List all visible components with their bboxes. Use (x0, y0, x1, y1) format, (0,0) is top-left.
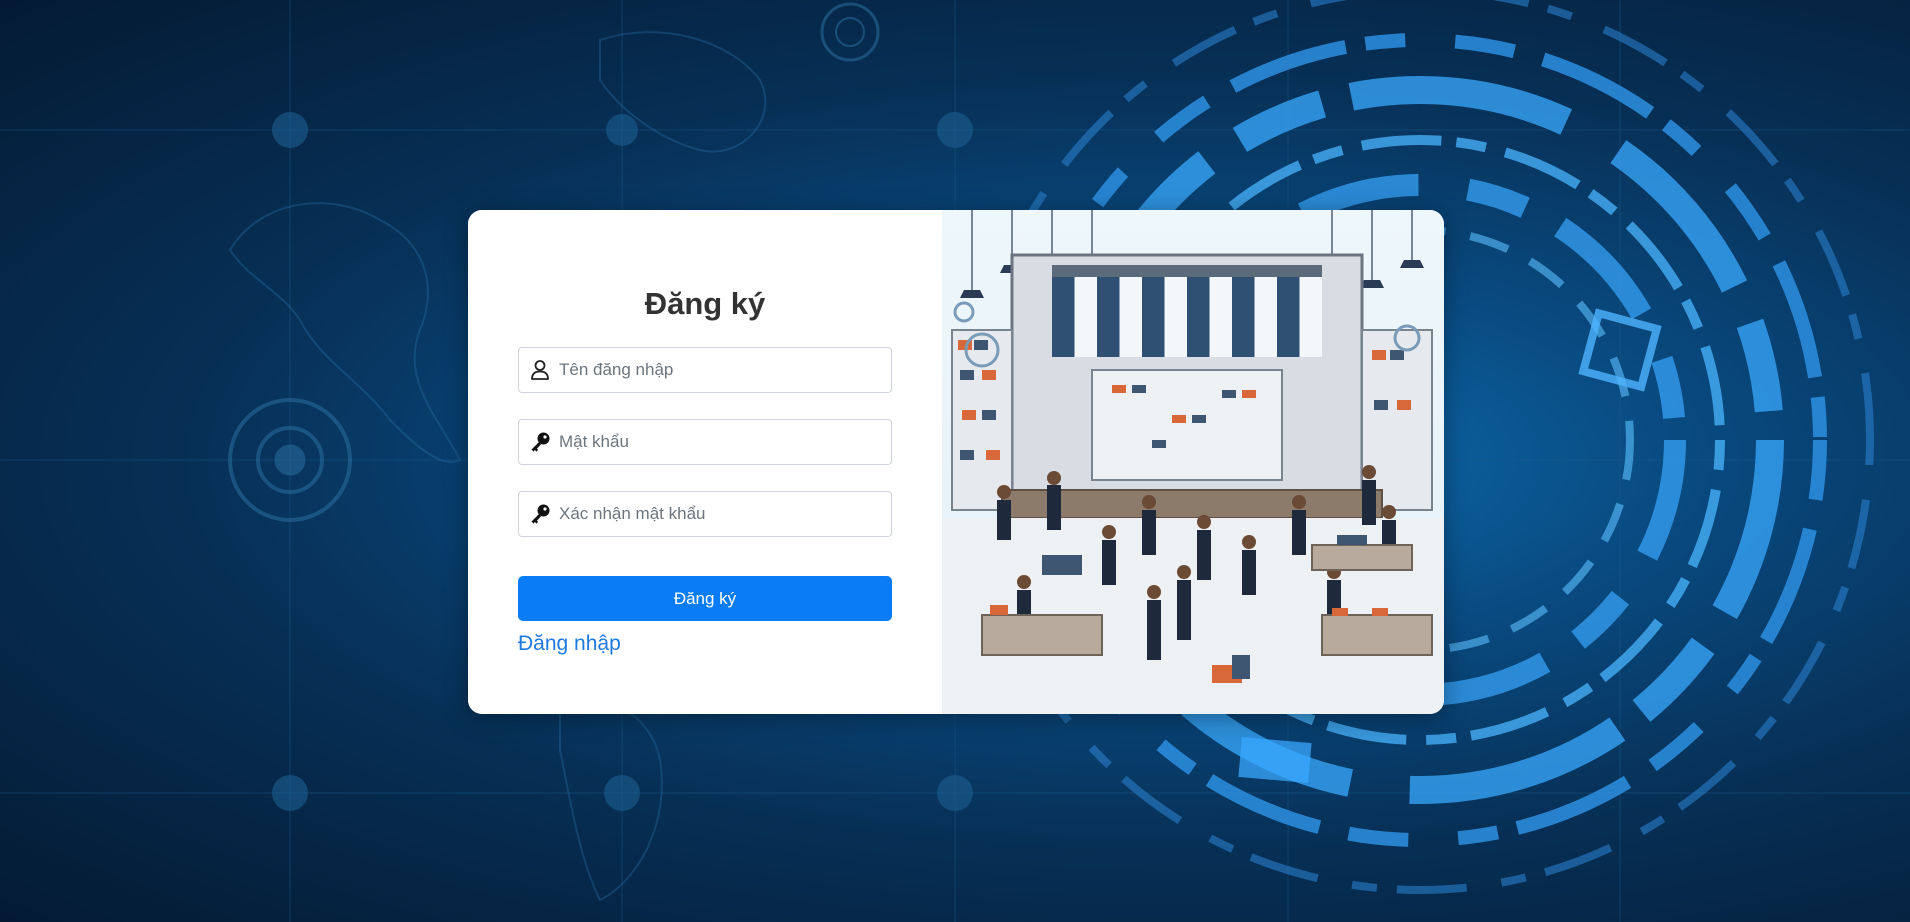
username-field[interactable] (518, 347, 892, 393)
key-icon (529, 503, 551, 525)
key-icon (529, 431, 551, 453)
username-input[interactable] (557, 359, 881, 381)
password-input[interactable] (557, 431, 881, 453)
password-field[interactable] (518, 419, 892, 465)
confirm-password-field[interactable] (518, 491, 892, 537)
confirm-password-input[interactable] (557, 503, 881, 525)
store-illustration (942, 210, 1444, 714)
register-card: Đăng ký Tên đăng nhập Đăng ký Đăng nhập (468, 210, 1444, 714)
store-illustration-graphic (942, 210, 1444, 714)
register-form: Đăng ký Tên đăng nhập Đăng ký Đăng nhập (468, 210, 942, 714)
register-button[interactable]: Đăng ký (518, 576, 892, 621)
user-icon (529, 359, 551, 381)
login-link[interactable]: Đăng nhập (518, 632, 621, 656)
page-title: Đăng ký (644, 286, 766, 321)
